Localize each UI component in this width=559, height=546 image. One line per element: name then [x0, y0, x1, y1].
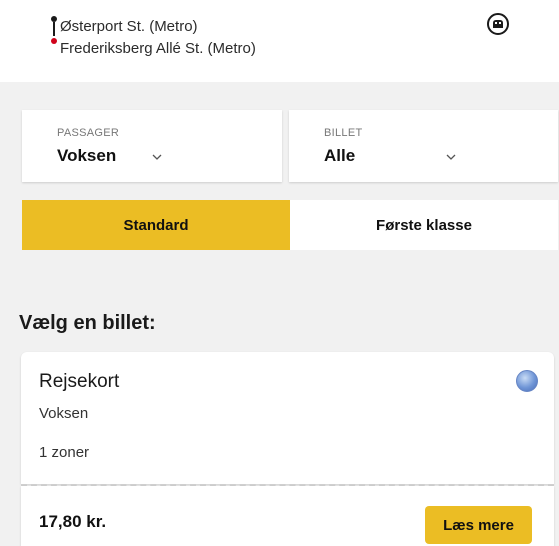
ticket-option-card[interactable]: Rejsekort Voksen 1 zoner — [21, 352, 554, 484]
ticket-price: 17,80 kr. — [39, 512, 107, 531]
ticket-type-selector[interactable]: BILLET Alle — [289, 110, 558, 182]
destination-station: Frederiksberg Allé St. (Metro) — [60, 40, 256, 57]
ticket-passenger: Voksen — [39, 405, 89, 422]
passenger-selector-label: PASSAGER — [57, 127, 120, 139]
metro-icon-glyph — [493, 20, 503, 28]
first-class-button[interactable]: Første klasse — [290, 200, 558, 250]
route-summary: Østerport St. (Metro) Frederiksberg Allé… — [51, 16, 256, 60]
ticket-zones: 1 zoner — [39, 444, 90, 461]
route-start-dot — [51, 16, 57, 22]
radio-selected-icon[interactable] — [516, 370, 538, 392]
passenger-selector-value: Voksen — [57, 146, 117, 165]
ticket-name: Rejsekort — [39, 371, 120, 392]
read-more-button[interactable]: Læs mere — [425, 506, 532, 544]
metro-icon — [487, 13, 509, 35]
section-title: Vælg en billet: — [19, 312, 156, 334]
ticket-type-selector-label: BILLET — [324, 127, 363, 139]
route-header: Østerport St. (Metro) Frederiksberg Allé… — [0, 0, 559, 82]
route-line-bar — [53, 22, 55, 36]
passenger-selector[interactable]: PASSAGER Voksen — [22, 110, 282, 182]
ticket-type-selector-value: Alle — [324, 146, 356, 165]
standard-class-button[interactable]: Standard — [22, 200, 290, 250]
route-end-dot — [51, 38, 57, 44]
origin-station: Østerport St. (Metro) — [60, 18, 198, 35]
chevron-down-icon — [446, 154, 456, 160]
ticket-price-row: 17,80 kr. Læs mere — [21, 486, 554, 546]
chevron-down-icon — [152, 154, 162, 160]
class-toggle: Standard Første klasse — [22, 200, 558, 250]
